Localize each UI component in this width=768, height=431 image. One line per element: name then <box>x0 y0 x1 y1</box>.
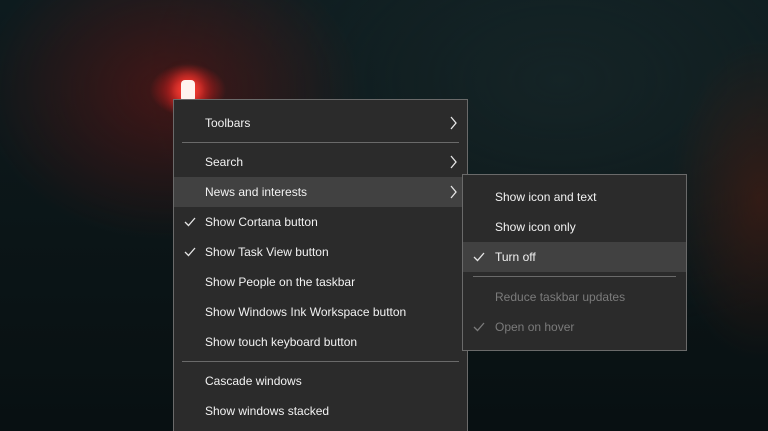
chevron-right-icon <box>448 147 458 177</box>
checkmark-icon <box>183 207 197 237</box>
news-and-interests-submenu: Show icon and text Show icon only Turn o… <box>462 174 687 351</box>
taskbar-context-menu: Toolbars Search News and interests Show … <box>173 99 468 431</box>
menu-item-show-windows-ink[interactable]: Show Windows Ink Workspace button <box>174 297 467 327</box>
submenu-item-label: Turn off <box>495 250 536 264</box>
menu-item-search[interactable]: Search <box>174 147 467 177</box>
chevron-right-icon <box>448 108 458 138</box>
menu-item-label: Toolbars <box>205 116 251 130</box>
menu-item-label: Cascade windows <box>205 374 302 388</box>
menu-item-toolbars[interactable]: Toolbars <box>174 108 467 138</box>
menu-item-news-and-interests[interactable]: News and interests <box>174 177 467 207</box>
menu-item-label: Show Cortana button <box>205 215 318 229</box>
menu-item-label: Show Task View button <box>205 245 329 259</box>
submenu-item-label: Open on hover <box>495 320 575 334</box>
menu-item-label: Search <box>205 155 244 169</box>
checkmark-icon <box>472 312 486 342</box>
checkmark-icon <box>183 237 197 267</box>
menu-item-show-task-view-button[interactable]: Show Task View button <box>174 237 467 267</box>
menu-item-label: Show touch keyboard button <box>205 335 358 349</box>
menu-separator <box>182 361 459 362</box>
menu-item-show-windows-stacked[interactable]: Show windows stacked <box>174 396 467 426</box>
submenu-item-label: Reduce taskbar updates <box>495 290 626 304</box>
submenu-item-turn-off[interactable]: Turn off <box>463 242 686 272</box>
menu-item-label: Show Windows Ink Workspace button <box>205 305 407 319</box>
submenu-item-label: Show icon and text <box>495 190 597 204</box>
menu-separator <box>473 276 676 277</box>
menu-item-show-touch-keyboard[interactable]: Show touch keyboard button <box>174 327 467 357</box>
menu-item-show-cortana-button[interactable]: Show Cortana button <box>174 207 467 237</box>
submenu-item-show-icon-and-text[interactable]: Show icon and text <box>463 182 686 212</box>
menu-item-label: News and interests <box>205 185 308 199</box>
checkmark-icon <box>472 242 486 272</box>
menu-item-cascade-windows[interactable]: Cascade windows <box>174 366 467 396</box>
menu-item-label: Show People on the taskbar <box>205 275 356 289</box>
submenu-item-open-on-hover: Open on hover <box>463 312 686 342</box>
submenu-item-label: Show icon only <box>495 220 576 234</box>
submenu-item-reduce-taskbar-updates: Reduce taskbar updates <box>463 282 686 312</box>
menu-item-label: Show windows stacked <box>205 404 330 418</box>
chevron-right-icon <box>448 177 458 207</box>
submenu-item-show-icon-only[interactable]: Show icon only <box>463 212 686 242</box>
menu-separator <box>182 142 459 143</box>
menu-item-show-people[interactable]: Show People on the taskbar <box>174 267 467 297</box>
